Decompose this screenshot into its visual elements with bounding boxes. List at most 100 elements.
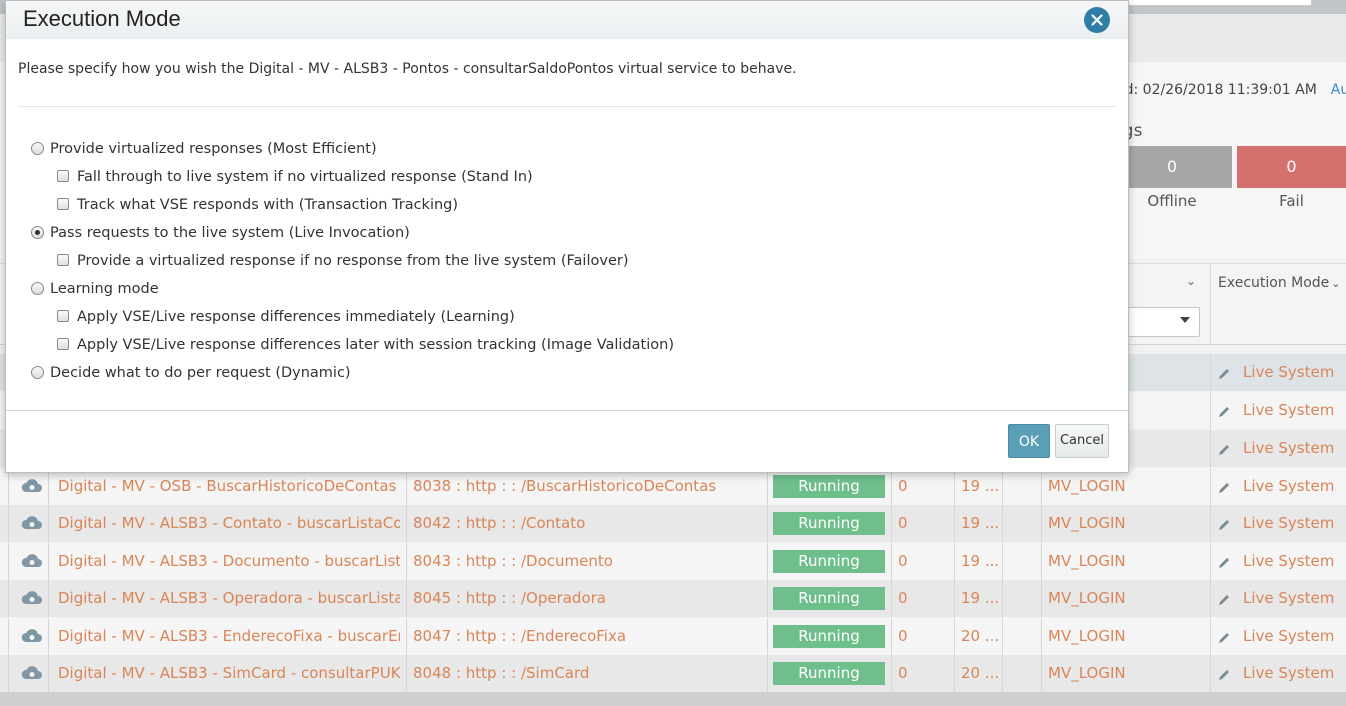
close-icon (1091, 14, 1103, 26)
service-name-link[interactable]: Digital - MV - ALSB3 - Contato - buscarL… (58, 505, 400, 542)
cell-divider (8, 655, 9, 692)
top-search-box[interactable] (1128, 0, 1312, 6)
failover-checkbox[interactable] (57, 254, 69, 266)
cell-divider (406, 468, 407, 505)
cloud-icon[interactable] (21, 553, 43, 569)
execution-mode-value[interactable]: Live System (1243, 580, 1343, 617)
table-row[interactable]: Digital - MV - OSB - BuscarHistoricoDeCo… (0, 468, 1346, 505)
execution-mode-value[interactable]: Live System (1243, 618, 1343, 655)
transaction-tracking-checkbox[interactable] (57, 198, 69, 210)
pencil-icon[interactable] (1217, 405, 1231, 419)
cell-divider (8, 505, 9, 542)
dynamic-radio[interactable] (31, 366, 44, 379)
option-live-invocation[interactable]: Pass requests to the live system (Live I… (31, 224, 410, 242)
cell-divider (1002, 618, 1003, 655)
cloud-icon[interactable] (21, 665, 43, 681)
status-badge: Running (773, 475, 885, 498)
learning-mode-radio[interactable] (31, 282, 44, 295)
pencil-icon[interactable] (1217, 668, 1231, 682)
service-port: 8047 : http : : /EnderecoFixa (413, 627, 627, 645)
cell-divider (1002, 580, 1003, 617)
status-badge: Running (773, 662, 885, 685)
execution-mode-column-header[interactable]: Execution Mode ⌄ (1218, 275, 1341, 291)
option-dynamic[interactable]: Decide what to do per request (Dynamic) (31, 364, 351, 382)
chevron-down-icon[interactable]: ⌄ (1186, 274, 1196, 288)
image-validation-checkbox[interactable] (57, 338, 69, 350)
cloud-icon[interactable] (21, 478, 43, 494)
pencil-icon[interactable] (1217, 443, 1231, 457)
option-transaction-tracking[interactable]: Track what VSE responds with (Transactio… (57, 196, 458, 214)
virtualized-radio[interactable] (31, 142, 44, 155)
cloud-icon[interactable] (21, 628, 43, 644)
status-badge: Running (773, 587, 885, 610)
cloud-icon[interactable] (21, 515, 43, 531)
cell-divider (406, 580, 407, 617)
stand-in-checkbox[interactable] (57, 170, 69, 182)
cell-divider (1041, 655, 1042, 692)
table-row[interactable]: Digital - MV - ALSB3 - Contato - buscarL… (0, 505, 1346, 542)
option-label: Provide a virtualized response if no res… (77, 253, 629, 269)
service-port: 8043 : http : : /Documento (413, 552, 613, 570)
fail-count[interactable]: 0 (1237, 146, 1346, 188)
status-badge: Running (773, 625, 885, 648)
option-label: Pass requests to the live system (Live I… (50, 225, 410, 241)
service-name-link[interactable]: Digital - MV - OSB - BuscarHistoricoDeCo… (58, 468, 400, 505)
chevron-down-icon: ⌄ (1331, 277, 1341, 290)
option-stand-in[interactable]: Fall through to live system if no virtua… (57, 168, 533, 186)
execution-mode-value[interactable]: Live System (1243, 430, 1343, 467)
auto-refresh-link[interactable]: Au (1331, 82, 1346, 98)
cell-divider (8, 543, 9, 580)
deploy-date: 19 ... (961, 514, 1000, 532)
execution-mode-value[interactable]: Live System (1243, 468, 1343, 505)
caret-down-icon (1180, 317, 1190, 323)
cell-divider (1041, 618, 1042, 655)
cell-divider (891, 580, 892, 617)
horizontal-scrollbar[interactable] (0, 692, 1346, 706)
pencil-icon[interactable] (1217, 593, 1231, 607)
offline-count[interactable]: 0 (1112, 146, 1232, 188)
option-label: Apply VSE/Live response differences imme… (77, 309, 515, 325)
execution-mode-value[interactable]: Live System (1243, 655, 1343, 692)
cell-divider (1002, 655, 1003, 692)
learning-checkbox[interactable] (57, 310, 69, 322)
table-row[interactable]: Digital - MV - ALSB3 - EnderecoFixa - bu… (0, 618, 1346, 655)
execution-mode-value[interactable]: Live System (1243, 505, 1343, 542)
transaction-count: 0 (898, 552, 908, 570)
option-image-validation[interactable]: Apply VSE/Live response differences late… (57, 336, 674, 354)
option-virtualized[interactable]: Provide virtualized responses (Most Effi… (31, 140, 377, 158)
cell-divider (1041, 543, 1042, 580)
dialog-divider (18, 106, 1116, 107)
cell-divider (1002, 468, 1003, 505)
table-row[interactable]: Digital - MV - ALSB3 - Operadora - busca… (0, 580, 1346, 617)
cell-divider (954, 580, 955, 617)
pencil-icon[interactable] (1217, 367, 1231, 381)
pencil-icon[interactable] (1217, 556, 1231, 570)
execution-mode-value[interactable]: Live System (1243, 543, 1343, 580)
close-button[interactable] (1084, 7, 1110, 33)
option-learning[interactable]: Apply VSE/Live response differences imme… (57, 308, 515, 326)
execution-mode-value[interactable]: Live System (1243, 392, 1343, 429)
option-failover[interactable]: Provide a virtualized response if no res… (57, 252, 628, 270)
live-invocation-radio[interactable] (31, 226, 44, 239)
ok-button[interactable]: OK (1008, 424, 1050, 458)
service-name-link[interactable]: Digital - MV - ALSB3 - Documento - busca… (58, 543, 400, 580)
dialog-title: Execution Mode (23, 6, 181, 31)
table-row[interactable]: Digital - MV - ALSB3 - SimCard - consult… (0, 655, 1346, 692)
transaction-count: 0 (898, 664, 908, 682)
pencil-icon[interactable] (1217, 481, 1231, 495)
cell-divider (1041, 468, 1042, 505)
dialog-description: Please specify how you wish the Digital … (18, 61, 797, 77)
cloud-icon[interactable] (21, 590, 43, 606)
cell-divider (8, 468, 9, 505)
cancel-button[interactable]: Cancel (1055, 424, 1109, 458)
pencil-icon[interactable] (1217, 631, 1231, 645)
option-learning-mode[interactable]: Learning mode (31, 280, 159, 298)
service-name-link[interactable]: Digital - MV - ALSB3 - Operadora - busca… (58, 580, 400, 617)
cell-divider (8, 618, 9, 655)
service-name-link[interactable]: Digital - MV - ALSB3 - SimCard - consult… (58, 655, 400, 692)
service-name-link[interactable]: Digital - MV - ALSB3 - EnderecoFixa - bu… (58, 618, 400, 655)
execution-mode-value[interactable]: Live System (1243, 354, 1343, 391)
table-row[interactable]: Digital - MV - ALSB3 - Documento - busca… (0, 543, 1346, 580)
cell-divider (891, 543, 892, 580)
pencil-icon[interactable] (1217, 518, 1231, 532)
